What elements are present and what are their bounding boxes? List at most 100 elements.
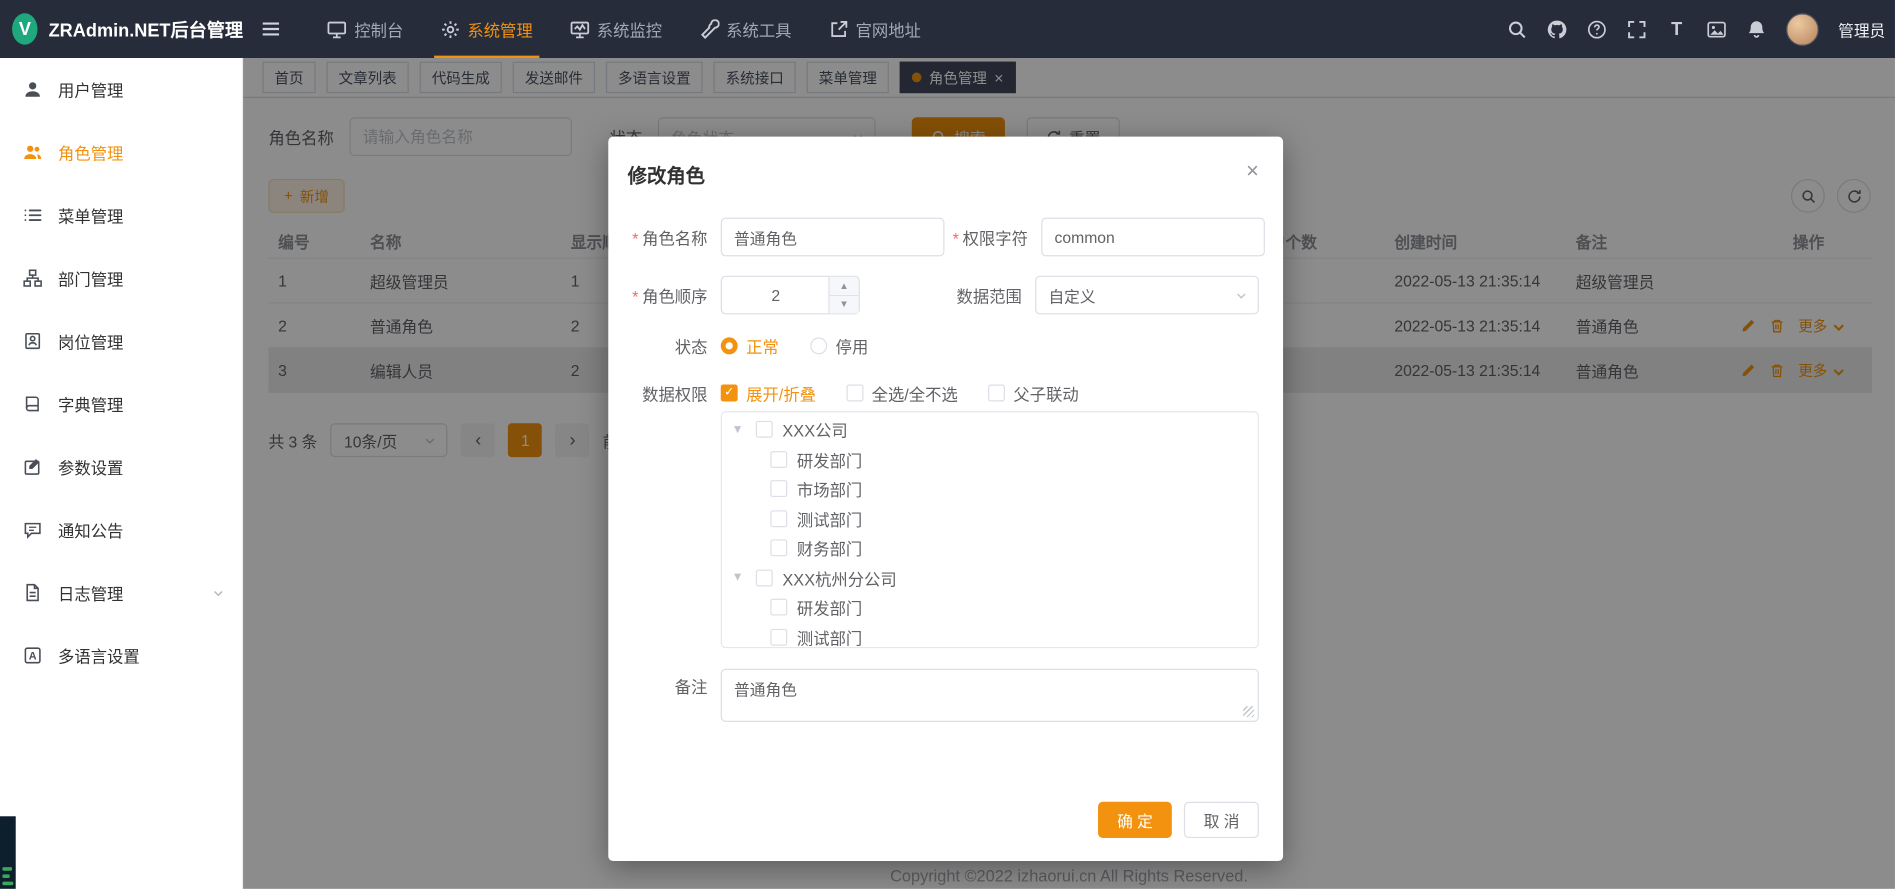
app-title: ZRAdmin.NET后台管理 bbox=[49, 16, 243, 41]
gear-icon bbox=[440, 19, 461, 40]
tree-node[interactable]: ▼ XXX杭州分公司 bbox=[722, 563, 1258, 593]
checkbox-icon[interactable] bbox=[770, 480, 787, 497]
tree-node[interactable]: 市场部门 bbox=[722, 474, 1258, 504]
user-icon bbox=[23, 80, 42, 99]
sidebar-item-departments[interactable]: 部门管理 bbox=[0, 247, 242, 310]
status-radio-normal[interactable]: 正常 bbox=[721, 334, 779, 358]
dialog-footer: 确 定 取 消 bbox=[1098, 802, 1259, 838]
sidebar-item-menus[interactable]: 菜单管理 bbox=[0, 184, 242, 247]
avatar[interactable] bbox=[1786, 13, 1819, 46]
console-icon bbox=[327, 19, 348, 40]
badge-icon bbox=[23, 331, 42, 350]
sidebar-item-parameters[interactable]: 参数设置 bbox=[0, 435, 242, 498]
checkbox-icon: ✓ bbox=[721, 385, 738, 402]
caret-down-icon[interactable]: ▼ bbox=[729, 571, 746, 584]
font-size-icon[interactable]: T bbox=[1666, 19, 1687, 40]
expand-collapse-checkbox[interactable]: ✓ 展开/折叠 bbox=[721, 381, 816, 405]
help-icon[interactable] bbox=[1587, 19, 1608, 40]
nav-label: 系统管理 bbox=[467, 17, 532, 41]
nav-label: 控制台 bbox=[354, 17, 403, 41]
close-dialog-icon[interactable]: × bbox=[1246, 160, 1259, 182]
sidebar-item-label: 多语言设置 bbox=[58, 643, 140, 667]
nav-item-system-monitor[interactable]: 系统监控 bbox=[551, 0, 680, 58]
decrease-button[interactable]: ▼ bbox=[830, 296, 859, 314]
role-icon bbox=[23, 143, 42, 162]
dialog-header: 修改角色 × bbox=[608, 137, 1283, 189]
checkbox-icon[interactable] bbox=[770, 599, 787, 616]
app: V ZRAdmin.NET后台管理 控制台 系统管理 系统监控 系统工具 bbox=[0, 0, 1895, 889]
sidebar-item-users[interactable]: 用户管理 bbox=[0, 58, 242, 121]
fullscreen-icon[interactable] bbox=[1626, 19, 1647, 40]
sidebar-item-notices[interactable]: 通知公告 bbox=[0, 498, 242, 561]
sidebar-item-label: 角色管理 bbox=[58, 140, 123, 164]
github-icon[interactable] bbox=[1547, 19, 1568, 40]
bell-icon[interactable] bbox=[1746, 19, 1767, 40]
remark-label: 备注 bbox=[608, 669, 720, 708]
language-icon: A bbox=[23, 646, 42, 665]
sidebar: 用户管理 角色管理 菜单管理 部门管理 岗位管理 字典管理 参数设置 通知公告 bbox=[0, 58, 243, 889]
role-order-input[interactable] bbox=[722, 286, 830, 304]
app-logo[interactable]: V ZRAdmin.NET后台管理 bbox=[0, 13, 243, 44]
tree-node[interactable]: 研发部门 bbox=[722, 444, 1258, 474]
menu-list-icon bbox=[23, 206, 42, 225]
sidebar-item-label: 参数设置 bbox=[58, 455, 123, 479]
data-permission-label: 数据权限 bbox=[608, 381, 720, 405]
data-scope-label: 数据范围 bbox=[860, 283, 1035, 307]
tree-node[interactable]: ▼ XXX公司 bbox=[722, 415, 1258, 445]
checkbox-icon[interactable] bbox=[770, 451, 787, 468]
sidebar-item-label: 部门管理 bbox=[58, 266, 123, 290]
checkbox-icon bbox=[846, 385, 863, 402]
checkbox-icon[interactable] bbox=[770, 540, 787, 557]
checkbox-icon[interactable] bbox=[756, 421, 773, 438]
dialog-title: 修改角色 bbox=[628, 160, 705, 189]
external-link-icon bbox=[828, 19, 849, 40]
parent-child-link-checkbox[interactable]: 父子联动 bbox=[988, 381, 1079, 405]
edit-role-dialog: 修改角色 × *角色名称 *权限字符 *角色顺序 ▲ ▼ bbox=[608, 137, 1283, 861]
caret-down-icon[interactable]: ▼ bbox=[729, 423, 746, 436]
role-name-input[interactable] bbox=[721, 218, 945, 257]
document-icon bbox=[23, 583, 42, 602]
role-key-label: *权限字符 bbox=[944, 225, 1041, 249]
sidebar-item-languages[interactable]: A 多语言设置 bbox=[0, 624, 242, 687]
nav-item-console[interactable]: 控制台 bbox=[308, 0, 421, 58]
checkbox-icon bbox=[988, 385, 1005, 402]
increase-button[interactable]: ▲ bbox=[830, 277, 859, 296]
nav-label: 官网地址 bbox=[856, 17, 921, 41]
image-icon[interactable] bbox=[1706, 19, 1727, 40]
nav-item-system-management[interactable]: 系统管理 bbox=[421, 0, 550, 58]
tree-node[interactable]: 研发部门 bbox=[722, 593, 1258, 623]
checkbox-icon[interactable] bbox=[756, 569, 773, 586]
confirm-button[interactable]: 确 定 bbox=[1098, 802, 1173, 838]
sidebar-item-roles[interactable]: 角色管理 bbox=[0, 121, 242, 184]
tree-node[interactable]: 财务部门 bbox=[722, 533, 1258, 563]
hamburger-icon[interactable] bbox=[260, 18, 282, 40]
sidebar-item-label: 菜单管理 bbox=[58, 203, 123, 227]
nav-label: 系统监控 bbox=[597, 17, 662, 41]
checkbox-icon[interactable] bbox=[770, 629, 787, 646]
role-key-input[interactable] bbox=[1041, 218, 1265, 257]
role-order-stepper: ▲ ▼ bbox=[721, 276, 860, 315]
remark-textarea[interactable]: 普通角色 bbox=[721, 669, 1259, 722]
username[interactable]: 管理员 bbox=[1838, 18, 1885, 41]
nav-item-system-tools[interactable]: 系统工具 bbox=[680, 0, 809, 58]
dialog-body: *角色名称 *权限字符 *角色顺序 ▲ ▼ 数据范围 自定义 bbox=[608, 189, 1283, 722]
form-row: *角色名称 *权限字符 bbox=[608, 218, 1283, 257]
radio-icon bbox=[810, 337, 827, 354]
nav-item-website[interactable]: 官网地址 bbox=[810, 0, 939, 58]
search-icon[interactable] bbox=[1507, 19, 1528, 40]
book-icon bbox=[23, 394, 42, 413]
sidebar-item-posts[interactable]: 岗位管理 bbox=[0, 310, 242, 373]
chevron-down-icon bbox=[1235, 288, 1248, 301]
tree-node[interactable]: 测试部门 bbox=[722, 622, 1258, 648]
svg-text:A: A bbox=[29, 651, 37, 663]
sidebar-item-dictionary[interactable]: 字典管理 bbox=[0, 372, 242, 435]
cancel-button[interactable]: 取 消 bbox=[1184, 802, 1259, 838]
select-all-checkbox[interactable]: 全选/全不选 bbox=[846, 381, 958, 405]
checkbox-icon[interactable] bbox=[770, 510, 787, 527]
tree-node[interactable]: 测试部门 bbox=[722, 504, 1258, 534]
status-radio-disabled[interactable]: 停用 bbox=[810, 334, 868, 358]
data-scope-select[interactable]: 自定义 bbox=[1035, 276, 1259, 315]
tools-icon bbox=[698, 19, 719, 40]
sidebar-item-logs[interactable]: 日志管理 bbox=[0, 561, 242, 624]
status-label: 状态 bbox=[608, 334, 720, 358]
